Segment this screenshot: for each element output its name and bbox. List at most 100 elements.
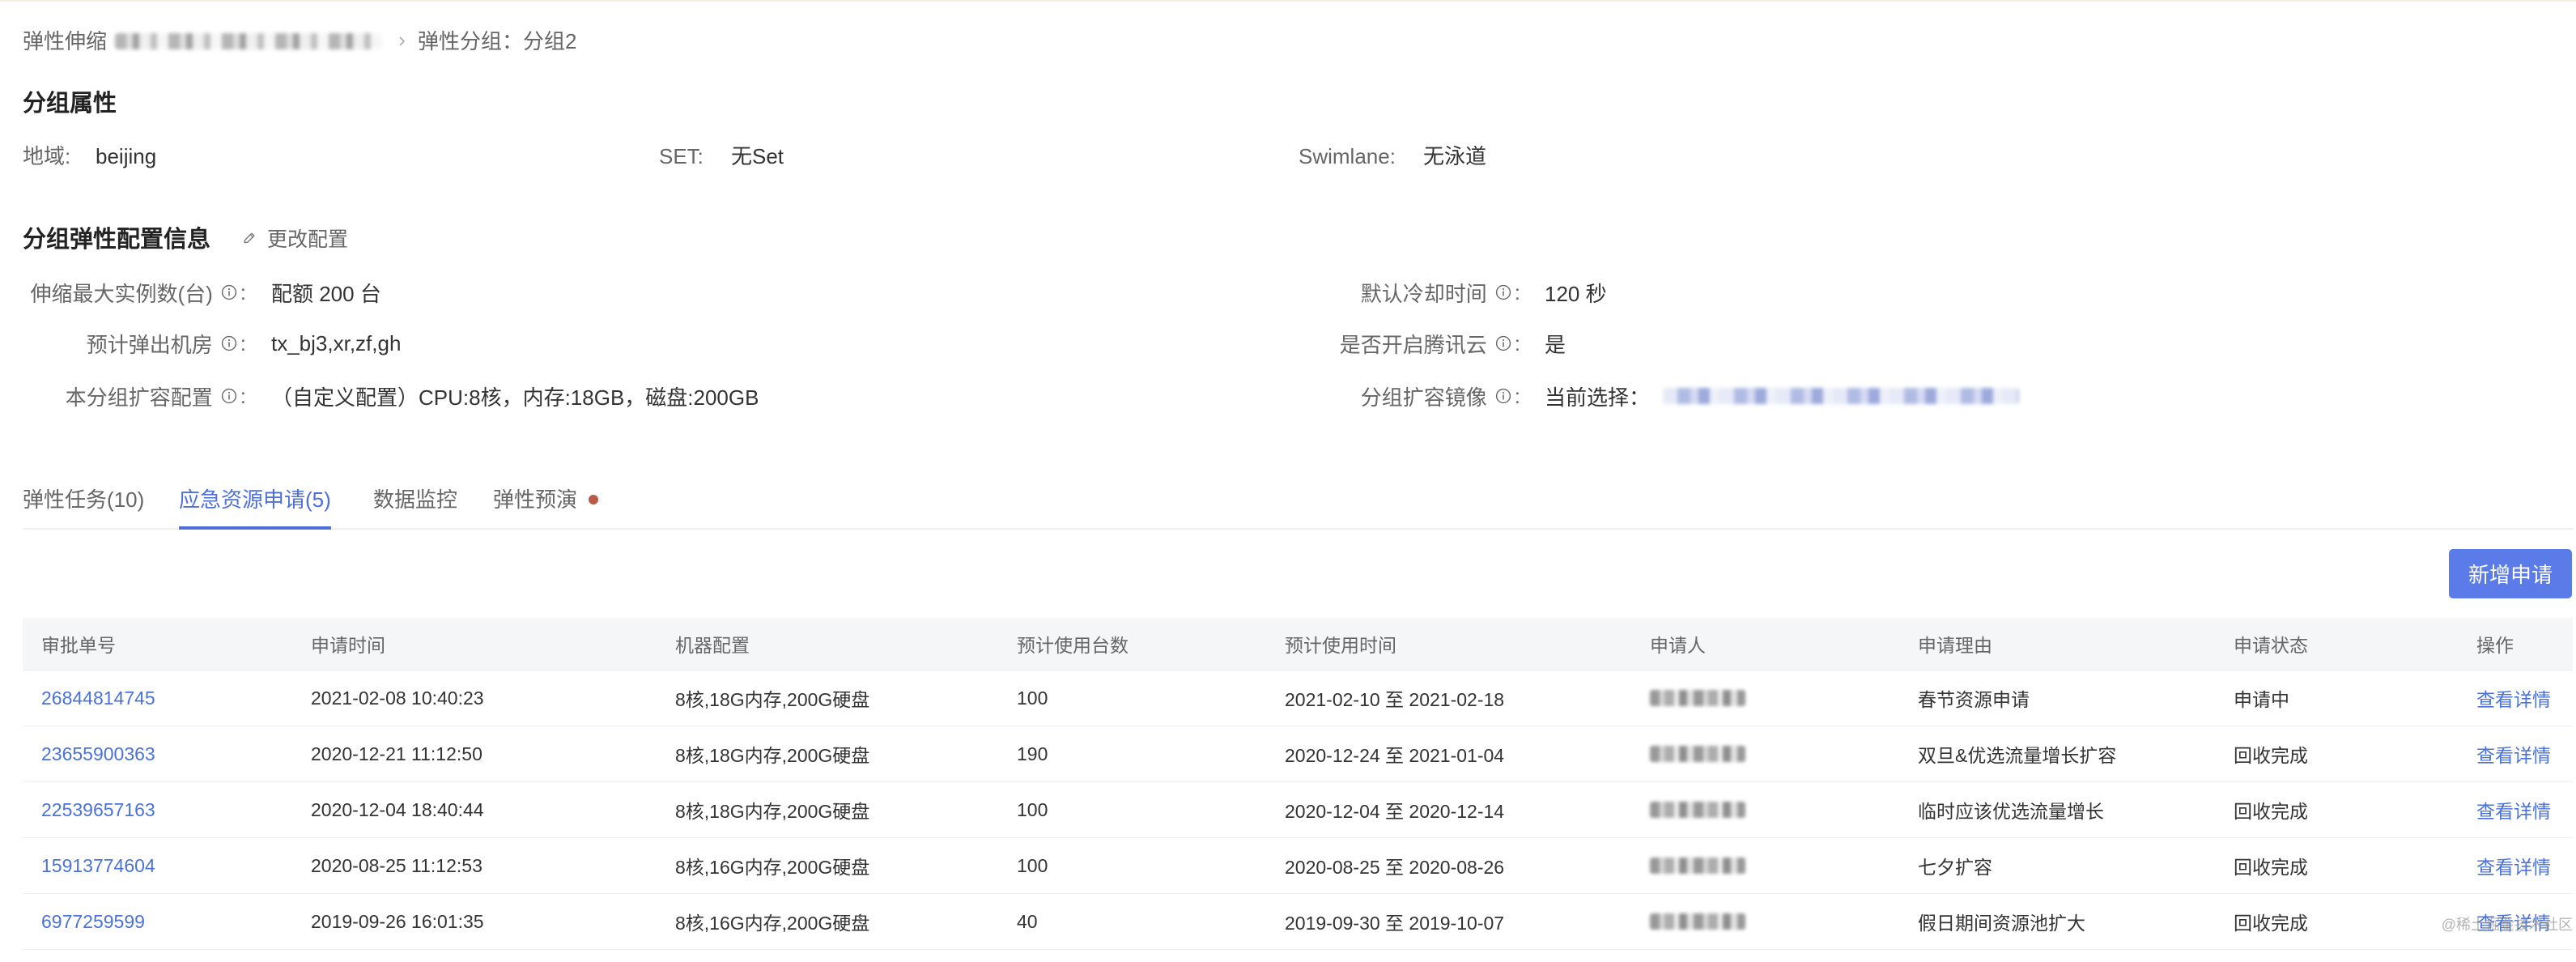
view-details-link[interactable]: 查看详情 (2476, 726, 2551, 781)
blurred-applicant (1650, 858, 1745, 874)
status: 回收完成 (2234, 745, 2308, 766)
reason: 春节资源申请 (1918, 689, 2030, 710)
group-attributes-title: 分组属性 (23, 91, 117, 117)
machine-config: 8核,18G内存,200G硬盘 (675, 689, 870, 710)
column-header-applicant: 申请人 (1650, 635, 1706, 656)
approval-id-link[interactable]: 22539657163 (41, 782, 155, 837)
column-header-apply-time: 申请时间 (311, 635, 385, 656)
table-row: 26844814745 2021-02-08 10:40:23 8核,18G内存… (23, 670, 2573, 726)
tab-emergency-resource-requests[interactable]: 应急资源申请(5) (179, 485, 331, 530)
breadcrumb: 弹性伸缩 弹性分组：分组2 (23, 27, 576, 56)
view-details-link[interactable]: 查看详情 (2476, 670, 2551, 726)
use-period: 2020-12-24 至 2021-01-04 (1285, 745, 1505, 766)
top-border (0, 0, 2576, 2)
tencent-cloud-value: 是 (1545, 332, 1566, 357)
column-header-status: 申请状态 (2234, 635, 2308, 656)
column-header-reason: 申请理由 (1918, 635, 1992, 656)
count: 100 (1017, 854, 1048, 876)
label-colon: : (1514, 383, 1520, 408)
tab-label: 弹性任务(10) (23, 487, 145, 512)
reason: 临时应该优选流量增长 (1918, 801, 2104, 822)
tab-label: 应急资源申请(5) (179, 487, 331, 512)
config-row-1: 伸缩最大实例数(台) : 配额 200 台 默认冷却时间 : 120 秒 (0, 278, 2576, 307)
approval-id-link[interactable]: 23655900363 (41, 726, 155, 781)
info-icon[interactable] (221, 388, 237, 404)
scale-spec-label-text: 本分组扩容配置 (65, 385, 213, 410)
status: 申请中 (2234, 689, 2289, 710)
config-row-3: 本分组扩容配置 : （自定义配置）CPU:8核，内存:18GB，磁盘:200GB… (0, 381, 2576, 411)
view-details-link[interactable]: 查看详情 (2476, 782, 2551, 837)
image-value-prefix: 当前选择： (1545, 385, 1651, 410)
info-icon[interactable] (1495, 284, 1511, 300)
swimlane-value: 无泳道 (1423, 144, 1487, 168)
status: 回收完成 (2234, 913, 2308, 934)
label-colon: : (1514, 279, 1520, 304)
tab-label: 数据监控 (373, 487, 458, 512)
label-colon: : (1514, 330, 1520, 355)
region-label: 地域: (23, 144, 71, 168)
info-icon[interactable] (221, 284, 237, 300)
use-period: 2021-02-10 至 2021-02-18 (1285, 689, 1505, 710)
label-colon: : (240, 383, 246, 408)
reason: 假日期间资源池扩大 (1918, 913, 2085, 934)
count: 100 (1017, 798, 1048, 820)
cooldown-label-text: 默认冷却时间 (1360, 281, 1487, 306)
tab-data-monitoring[interactable]: 数据监控 (373, 485, 457, 514)
edit-config-button[interactable]: 更改配置 (241, 223, 348, 256)
tab-elastic-rehearsal[interactable]: 弹性预演 (493, 485, 599, 514)
count: 190 (1017, 743, 1048, 764)
group-attributes-row: 地域: beijing SET: 无Set Swimlane: 无泳道 (0, 142, 2576, 171)
breadcrumb-root-link[interactable]: 弹性伸缩 (23, 27, 107, 56)
info-icon[interactable] (1495, 335, 1511, 351)
requests-table: 审批单号 申请时间 机器配置 预计使用台数 预计使用时间 申请人 申请理由 申请… (23, 618, 2573, 950)
use-period: 2020-12-04 至 2020-12-14 (1285, 801, 1505, 822)
applicant (1650, 782, 1745, 837)
use-period: 2019-09-30 至 2019-10-07 (1285, 913, 1505, 934)
blurred-applicant (1650, 802, 1745, 818)
count: 100 (1017, 687, 1048, 709)
set-label: SET: (659, 144, 704, 168)
watermark: @稀土掘金技术社区 (2441, 917, 2573, 933)
machine-config: 8核,16G内存,200G硬盘 (675, 857, 870, 878)
image-value: 当前选择： (1545, 381, 2020, 411)
approval-id-link[interactable]: 15913774604 (41, 838, 155, 893)
image-label-text: 分组扩容镜像 (1360, 385, 1487, 410)
expected-zones-label: 预计弹出机房 : (23, 329, 246, 358)
tab-elastic-tasks[interactable]: 弹性任务(10) (23, 485, 144, 514)
table-row: 22539657163 2020-12-04 18:40:44 8核,18G内存… (23, 782, 2573, 838)
add-request-button[interactable]: 新增申请 (2449, 549, 2572, 598)
max-instances-label: 伸缩最大实例数(台) : (23, 278, 246, 307)
label-colon: : (240, 279, 246, 304)
applicant (1650, 726, 1745, 781)
apply-time: 2020-12-21 11:12:50 (311, 743, 482, 764)
approval-id-link[interactable]: 6977259599 (41, 894, 145, 949)
column-header-action: 操作 (2476, 635, 2514, 656)
elastic-config-title: 分组弹性配置信息 (23, 227, 211, 253)
info-icon[interactable] (221, 335, 237, 351)
expected-zones-label-text: 预计弹出机房 (86, 332, 213, 357)
use-period: 2020-08-25 至 2020-08-26 (1285, 857, 1505, 878)
info-icon[interactable] (1495, 388, 1511, 404)
column-header-count: 预计使用台数 (1017, 635, 1129, 656)
notification-dot (589, 495, 599, 504)
view-details-link[interactable]: 查看详情 (2476, 838, 2551, 893)
tab-label: 弹性预演 (493, 487, 578, 512)
scale-spec-value: （自定义配置）CPU:8核，内存:18GB，磁盘:200GB (271, 385, 759, 410)
edit-icon (241, 223, 257, 256)
set-value: 无Set (731, 144, 784, 168)
tab-active-indicator (179, 526, 331, 530)
scale-spec-label: 本分组扩容配置 : (23, 381, 246, 411)
table-row: 6977259599 2019-09-26 16:01:35 8核,16G内存,… (23, 894, 2573, 950)
reason: 七夕扩容 (1918, 857, 1992, 878)
machine-config: 8核,16G内存,200G硬盘 (675, 913, 870, 934)
applicant (1650, 670, 1745, 726)
elastic-config-header: 分组弹性配置信息 更改配置 (23, 223, 348, 256)
cooldown-label: 默认冷却时间 : (1263, 278, 1520, 307)
blurred-applicant (1650, 746, 1745, 762)
approval-id-link[interactable]: 26844814745 (41, 670, 155, 726)
table-header: 审批单号 申请时间 机器配置 预计使用台数 预计使用时间 申请人 申请理由 申请… (23, 618, 2573, 670)
chevron-right-icon (395, 35, 408, 48)
status: 回收完成 (2234, 857, 2308, 878)
image-label: 分组扩容镜像 : (1263, 381, 1520, 411)
max-instances-value: 配额 200 台 (271, 281, 381, 306)
